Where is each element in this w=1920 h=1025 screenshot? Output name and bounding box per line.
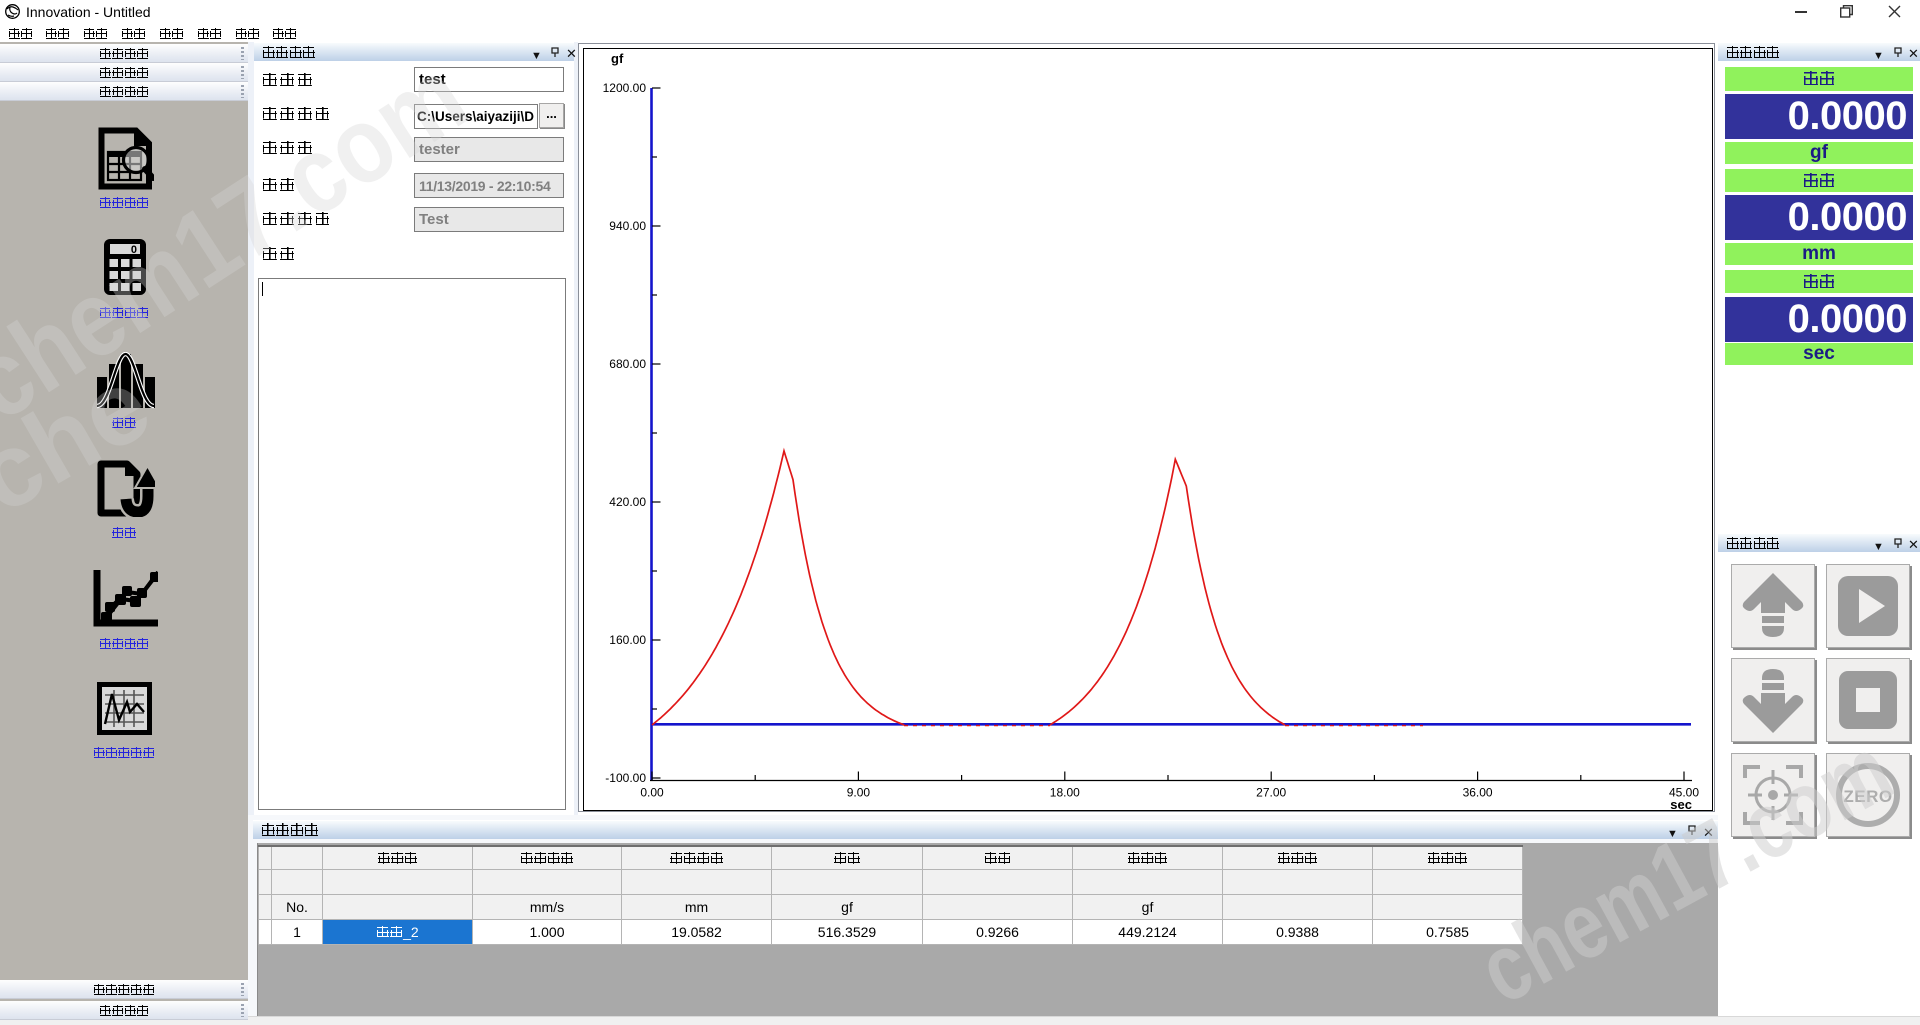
svg-text:1200.00: 1200.00 [603, 81, 647, 95]
svg-text:sec: sec [1670, 797, 1692, 812]
svg-text:gf: gf [611, 51, 624, 66]
svg-text:-100.00: -100.00 [605, 771, 646, 785]
svg-text:9.00: 9.00 [847, 786, 871, 800]
svg-text:36.00: 36.00 [1463, 786, 1493, 800]
svg-text:ZERO: ZERO [1843, 787, 1892, 806]
svg-text:18.00: 18.00 [1050, 786, 1080, 800]
svg-text:0: 0 [131, 244, 137, 256]
svg-text:27.00: 27.00 [1256, 786, 1286, 800]
svg-text:680.00: 680.00 [609, 357, 646, 371]
svg-text:940.00: 940.00 [609, 219, 646, 233]
svg-text:420.00: 420.00 [609, 495, 646, 509]
svg-text:0.00: 0.00 [640, 786, 664, 800]
svg-text:160.00: 160.00 [609, 633, 646, 647]
